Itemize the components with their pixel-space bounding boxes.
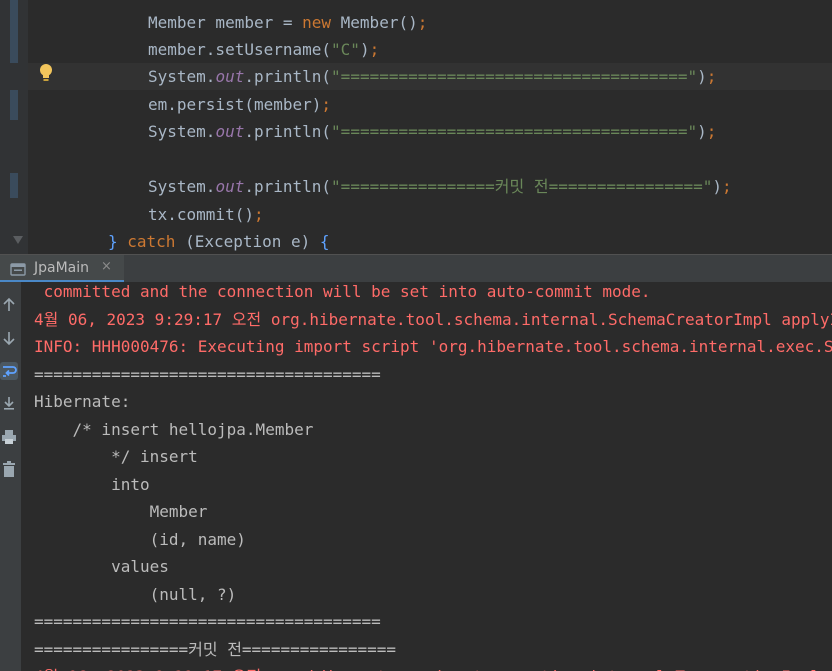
code-token: em.persist(member) <box>148 95 322 114</box>
code-token: .println( <box>244 122 332 141</box>
console-line: Member <box>34 502 208 521</box>
scroll-to-end-icon[interactable] <box>0 394 18 412</box>
console-line: ==================================== <box>34 612 381 631</box>
console-line: (id, name) <box>34 530 246 549</box>
code-token: catch <box>127 232 186 251</box>
console-line: ================커밋 전================ <box>34 640 397 659</box>
console-line: values <box>34 557 169 576</box>
code-token: "C" <box>331 40 360 59</box>
code-token: ; <box>722 177 732 196</box>
code-token: "====================================" <box>331 122 698 141</box>
run-tool-tabbar: JpaMain × <box>0 254 832 282</box>
up-arrow-icon[interactable] <box>0 296 18 314</box>
console-line: INFO: HHH000476: Executing import script… <box>34 337 832 356</box>
code-token: tx.commit() <box>148 205 254 224</box>
console-toolbar <box>0 282 21 671</box>
code-token: System. <box>148 177 216 196</box>
code-token: ) <box>697 67 707 86</box>
gutter-spacer <box>10 63 18 65</box>
code-line: System.out.println("================커밋 전… <box>148 176 732 198</box>
code-token: "================커밋 전================" <box>331 177 713 196</box>
editor-gutter[interactable] <box>0 0 28 254</box>
code-token: (Exception e) <box>185 232 320 251</box>
console-line: */ insert <box>34 447 198 466</box>
console-line: committed and the connection will be set… <box>34 282 651 301</box>
fold-marker-icon[interactable] <box>13 236 23 244</box>
code-token: .println( <box>244 177 332 196</box>
code-line: System.out.println("====================… <box>148 121 716 143</box>
code-token: System. <box>148 122 216 141</box>
change-marker <box>10 0 18 63</box>
close-icon[interactable]: × <box>101 259 112 274</box>
code-line: tx.commit(); <box>148 204 264 226</box>
tab-jpamain[interactable]: JpaMain × <box>0 255 124 282</box>
code-token: "====================================" <box>331 67 698 86</box>
code-token: ; <box>369 40 380 59</box>
console-line: 4월 06, 2023 9:29:17 오전 org.hibernate.too… <box>34 310 832 329</box>
console-output[interactable]: committed and the connection will be set… <box>21 282 832 671</box>
console-line: 4월 06, 2023 9:29:17 오전 org.hibernate.eng… <box>34 666 820 671</box>
code-token: out <box>215 67 245 86</box>
code-line: } catch (Exception e) { <box>108 231 330 253</box>
code-token: ) <box>712 177 722 196</box>
console-line: /* insert hellojpa.Member <box>34 420 314 439</box>
run-config-icon <box>10 263 26 276</box>
code-token: } <box>108 232 128 251</box>
code-editor[interactable]: Member member = new Member(); member.setU… <box>0 0 832 254</box>
code-line: Member member = new Member(); <box>148 12 427 34</box>
print-icon[interactable] <box>0 428 18 446</box>
code-token: ; <box>706 67 717 86</box>
code-line: System.out.println("====================… <box>148 66 716 88</box>
code-token: new <box>302 13 341 32</box>
code-token: ; <box>706 122 717 141</box>
console-line: Hibernate: <box>34 392 131 411</box>
code-token: member.setUsername( <box>148 40 332 59</box>
code-line: member.setUsername("C"); <box>148 39 379 61</box>
code-token: Member() <box>340 13 418 32</box>
code-token: { <box>319 232 330 251</box>
down-arrow-icon[interactable] <box>0 329 18 347</box>
console-line: (null, ?) <box>34 585 237 604</box>
code-token: ) <box>359 40 370 59</box>
console-line: into <box>34 475 150 494</box>
code-token: out <box>215 177 245 196</box>
soft-wrap-icon[interactable] <box>0 362 18 380</box>
code-token: ; <box>321 95 332 114</box>
code-token: Member member = <box>148 13 303 32</box>
code-token: System. <box>148 67 216 86</box>
code-token: out <box>215 122 245 141</box>
code-token: ) <box>697 122 707 141</box>
tab-label: JpaMain <box>34 260 90 276</box>
console-line: ==================================== <box>34 365 381 384</box>
trash-icon[interactable] <box>0 460 18 478</box>
change-marker <box>10 173 18 198</box>
ide-window: Member member = new Member(); member.setU… <box>0 0 832 671</box>
change-marker <box>10 90 18 120</box>
code-token: ; <box>417 13 428 32</box>
code-token: ; <box>253 205 264 224</box>
lightbulb-icon[interactable] <box>38 63 54 83</box>
code-token: .println( <box>244 67 332 86</box>
code-line: em.persist(member); <box>148 94 331 116</box>
